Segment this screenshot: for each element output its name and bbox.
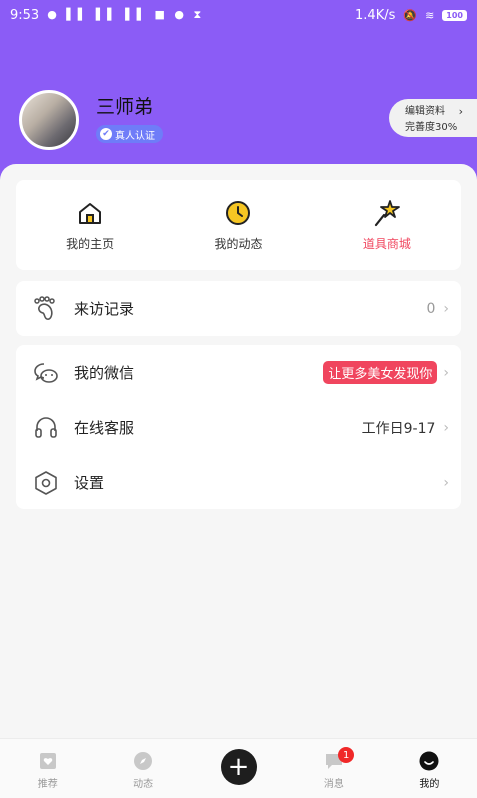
menu-item-settings[interactable]: 设置 › bbox=[16, 455, 461, 510]
edit-profile-button[interactable]: 编辑资料 完善度30% › bbox=[389, 99, 477, 137]
visit-count: 0 bbox=[426, 300, 436, 317]
verified-badge: ✔ 真人认证 bbox=[96, 125, 163, 143]
menu-item-label: 我的微信 bbox=[74, 364, 135, 382]
network-speed: 1.4K/s bbox=[355, 7, 396, 23]
settings-icon bbox=[32, 469, 60, 497]
edit-profile-label: 编辑资料 bbox=[405, 106, 445, 117]
visits-card: 来访记录 0 › bbox=[16, 281, 461, 336]
notification-icons: ● ▌▌ ▌▌ ▌▌ ■ ● ⧗ bbox=[47, 8, 205, 21]
verified-label: 真人认证 bbox=[115, 130, 155, 142]
tab-recommend[interactable]: 推荐 bbox=[0, 739, 95, 798]
menu-item-label: 在线客服 bbox=[74, 419, 135, 437]
tab-create[interactable]: + bbox=[191, 739, 286, 798]
check-icon: ✔ bbox=[100, 128, 112, 140]
recommend-icon bbox=[38, 751, 58, 771]
bottom-tab-bar: 推荐 动态 + 1 消息 我的 bbox=[0, 738, 477, 798]
clock-icon bbox=[223, 198, 253, 228]
visit-records-label: 来访记录 bbox=[74, 300, 135, 318]
wifi-icon: ≋ bbox=[425, 8, 435, 22]
chevron-right-icon: › bbox=[458, 105, 463, 118]
status-bar: 9:53 ● ▌▌ ▌▌ ▌▌ ■ ● ⧗ 1.4K/s 🔕 ≋ 100 bbox=[0, 0, 477, 30]
status-time: 9:53 bbox=[10, 7, 40, 23]
support-hours: 工作日9-17 bbox=[361, 420, 436, 437]
tab-label: 动态 bbox=[133, 779, 154, 790]
home-icon bbox=[75, 198, 105, 228]
headset-icon bbox=[32, 414, 60, 442]
wechat-icon bbox=[32, 359, 60, 387]
battery-icon: 100 bbox=[442, 9, 467, 21]
main-content: 我的主页 我的动态 道具商城 来访记录 0 › 我的微信 让更多美女发现你 › … bbox=[0, 164, 477, 738]
quick-link-moments[interactable]: 我的动态 bbox=[164, 180, 312, 270]
avatar[interactable] bbox=[19, 90, 79, 150]
tab-label: 我的 bbox=[419, 779, 440, 790]
settings-menu-card: 我的微信 让更多美女发现你 › 在线客服 工作日9-17 › 设置 › bbox=[16, 345, 461, 509]
quick-link-label: 道具商城 bbox=[362, 237, 411, 251]
quick-links-card: 我的主页 我的动态 道具商城 bbox=[16, 180, 461, 270]
chevron-right-icon: › bbox=[443, 474, 449, 491]
mute-icon: 🔕 bbox=[403, 8, 418, 22]
user-name: 三师弟 bbox=[96, 96, 154, 118]
quick-link-label: 我的动态 bbox=[214, 237, 263, 251]
menu-item-wechat[interactable]: 我的微信 让更多美女发现你 › bbox=[16, 345, 461, 400]
chevron-right-icon: › bbox=[443, 300, 449, 317]
magic-wand-icon bbox=[372, 198, 402, 228]
menu-item-support[interactable]: 在线客服 工作日9-17 › bbox=[16, 400, 461, 455]
quick-link-store[interactable]: 道具商城 bbox=[313, 180, 461, 270]
profile-icon bbox=[419, 751, 439, 771]
chevron-right-icon: › bbox=[443, 419, 449, 436]
completion-text: 完善度30% bbox=[405, 122, 458, 133]
visit-records-row[interactable]: 来访记录 0 › bbox=[16, 281, 461, 336]
plus-icon: + bbox=[220, 749, 257, 785]
quick-link-label: 我的主页 bbox=[66, 237, 115, 251]
promo-badge: 让更多美女发现你 bbox=[323, 361, 438, 384]
unread-badge: 1 bbox=[338, 747, 355, 763]
tab-profile[interactable]: 我的 bbox=[382, 739, 477, 798]
tab-moments[interactable]: 动态 bbox=[95, 739, 190, 798]
footprints-icon bbox=[32, 295, 60, 323]
menu-item-label: 设置 bbox=[74, 474, 105, 492]
tab-label: 推荐 bbox=[37, 779, 58, 790]
chevron-right-icon: › bbox=[443, 364, 449, 381]
tab-messages[interactable]: 1 消息 bbox=[286, 739, 381, 798]
tab-label: 消息 bbox=[323, 779, 344, 790]
compass-icon bbox=[133, 751, 153, 771]
quick-link-homepage[interactable]: 我的主页 bbox=[16, 180, 164, 270]
